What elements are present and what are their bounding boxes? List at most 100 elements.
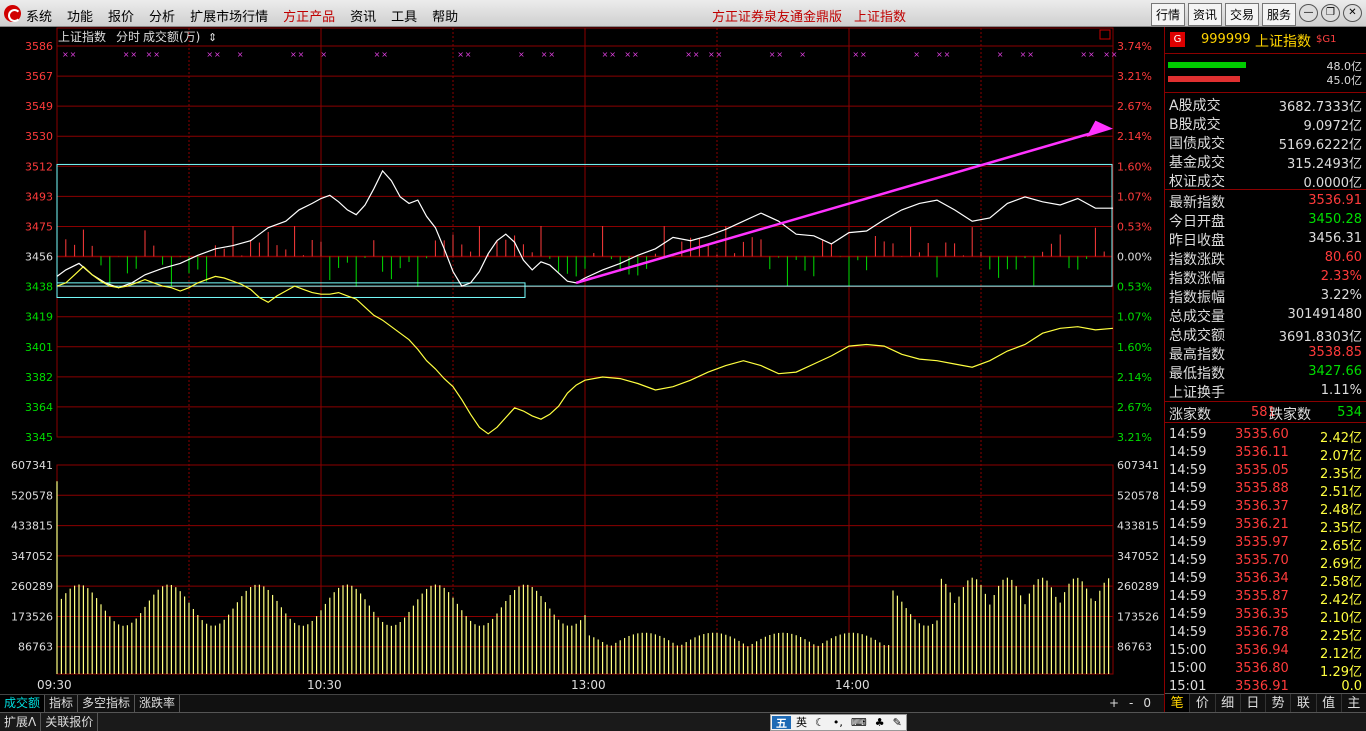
time-tick-label: 10:30 bbox=[307, 678, 342, 692]
tick-time: 15:00 bbox=[1169, 661, 1207, 676]
stat-row: 总成交量 301491480 bbox=[1165, 305, 1366, 325]
stat-label: 总成交量 bbox=[1169, 309, 1225, 325]
signal-marker: × bbox=[799, 50, 806, 59]
wrench-icon[interactable]: ✎ bbox=[889, 715, 906, 730]
signal-marker: × bbox=[1111, 50, 1118, 59]
signal-marker: × bbox=[206, 50, 213, 59]
top-right-buttons: 行情 资讯 交易 服务 bbox=[1148, 3, 1296, 26]
zoom-button-0[interactable]: + bbox=[1104, 695, 1124, 712]
menu-item-6[interactable]: 资讯 bbox=[350, 6, 376, 25]
quote-tab-3[interactable]: 日 bbox=[1241, 694, 1266, 713]
stat-row: 指数涨幅 2.33% bbox=[1165, 267, 1366, 287]
close-icon[interactable]: ✕ bbox=[1343, 4, 1362, 22]
tick-row: 14:59 3535.87 2.42亿 bbox=[1165, 588, 1366, 608]
indicator-tab-2[interactable]: 多空指标 bbox=[78, 695, 136, 712]
time-tick-label: 13:00 bbox=[571, 678, 606, 692]
price-tick-label: 3549 bbox=[25, 100, 53, 113]
stat-row: 指数涨跌 80.60 bbox=[1165, 248, 1366, 268]
tick-time: 14:59 bbox=[1169, 499, 1207, 514]
tick-row: 14:59 3536.21 2.35亿 bbox=[1165, 516, 1366, 536]
ime-mode-wubi[interactable]: 五 bbox=[772, 716, 791, 730]
stat-row: 最低指数 3427.66 bbox=[1165, 362, 1366, 382]
menu-item-2[interactable]: 报价 bbox=[108, 6, 134, 25]
menu-item-0[interactable]: 系统 bbox=[26, 6, 52, 25]
tick-time: 14:59 bbox=[1169, 535, 1207, 550]
quote-tab-5[interactable]: 联 bbox=[1291, 694, 1317, 713]
volume-tick-label: 347052 bbox=[11, 550, 53, 563]
volume-tick-label: 520578 bbox=[11, 489, 53, 502]
status-tab-expand[interactable]: 扩展ᐱ bbox=[0, 713, 42, 731]
tick-row: 15:00 3536.94 2.12亿 bbox=[1165, 642, 1366, 662]
menu-item-5[interactable]: 方正产品 bbox=[283, 6, 335, 25]
price-tick-label: 3530 bbox=[25, 130, 53, 143]
advance-decline-row: 涨家数 581 跌家数 534 bbox=[1165, 402, 1366, 423]
menu-item-8[interactable]: 帮助 bbox=[432, 6, 458, 25]
keyboard-icon[interactable]: ⌨ bbox=[847, 715, 871, 730]
stat-label: 权证成交 bbox=[1169, 174, 1225, 190]
skin-icon[interactable]: ♣ bbox=[871, 715, 889, 730]
indicator-tab-0[interactable]: 成交额 bbox=[0, 695, 46, 712]
tick-price: 3536.37 bbox=[1235, 499, 1289, 514]
title-part-1[interactable]: 上证指数 bbox=[854, 10, 906, 25]
signal-marker: × bbox=[776, 50, 783, 59]
tick-price: 3535.97 bbox=[1235, 535, 1289, 550]
restore-icon[interactable]: ❐ bbox=[1321, 4, 1340, 22]
percent-tick-label: 2.14% bbox=[1117, 371, 1152, 384]
zoom-button-1[interactable]: - bbox=[1124, 695, 1138, 712]
intraday-chart[interactable]: 上证指数 分时 成交额(万) ⇕ 3586 3.74% 3567 3.21% 3549 2.67%… bbox=[0, 27, 1164, 694]
quote-tab-1[interactable]: 价 bbox=[1190, 694, 1216, 713]
status-tab-related[interactable]: 关联报价 bbox=[41, 713, 99, 731]
indicator-tab-1[interactable]: 指标 bbox=[45, 695, 79, 712]
moon-icon[interactable]: ☾ bbox=[811, 715, 829, 730]
quote-tab-4[interactable]: 势 bbox=[1266, 694, 1292, 713]
price-tick-label: 3345 bbox=[25, 431, 53, 444]
quote-tab-0[interactable]: 笔 bbox=[1165, 694, 1191, 713]
signal-marker: × bbox=[716, 50, 723, 59]
tick-time: 15:00 bbox=[1169, 643, 1207, 658]
menu-item-7[interactable]: 工具 bbox=[391, 6, 417, 25]
menu-item-1[interactable]: 功能 bbox=[67, 6, 93, 25]
signal-marker: × bbox=[123, 50, 130, 59]
stat-value: 3536.91 bbox=[1308, 193, 1362, 208]
quote-panel-tabs: 笔价细日势联值主 bbox=[1165, 693, 1366, 713]
tick-list[interactable]: 14:59 3535.60 2.42亿 14:59 3536.11 2.07亿 14:59 3… bbox=[1165, 423, 1366, 696]
zoom-button-2[interactable]: 0 bbox=[1138, 695, 1156, 712]
top-button-0[interactable]: 行情 bbox=[1150, 3, 1185, 26]
stat-row: 基金成交 315.2493亿 bbox=[1165, 151, 1366, 172]
menu-item-4[interactable]: 扩展市场行情 bbox=[190, 6, 268, 25]
stat-label: 指数涨跌 bbox=[1169, 252, 1225, 268]
top-button-2[interactable]: 交易 bbox=[1224, 3, 1259, 26]
top-button-1[interactable]: 资讯 bbox=[1187, 3, 1222, 26]
price-tick-label: 3364 bbox=[25, 401, 53, 414]
chart-mode: 分时 bbox=[116, 30, 140, 44]
turnover-stats: A股成交 3682.7333亿 B股成交 9.0972亿 国债成交 5169.6222亿基… bbox=[1165, 93, 1366, 191]
top-button-3[interactable]: 服务 bbox=[1261, 3, 1296, 26]
buy-volume-row: 48.0亿 bbox=[1165, 58, 1366, 73]
minimize-icon[interactable]: — bbox=[1299, 4, 1318, 22]
quote-tab-7[interactable]: 主 bbox=[1342, 694, 1366, 713]
signal-marker: × bbox=[632, 50, 639, 59]
tick-price: 3536.94 bbox=[1235, 643, 1289, 658]
stat-row: 国债成交 5169.6222亿 bbox=[1165, 132, 1366, 153]
indicator-tab-3[interactable]: 涨跌率 bbox=[135, 695, 181, 712]
title-part-0[interactable]: 方正证券泉友通金鼎版 bbox=[712, 10, 842, 25]
top-menu-bar: 系统 功能 报价 分析 扩展市场行情 方正产品 资讯 工具 帮助 方正证券泉友通金鼎版 上证指数 … bbox=[0, 0, 1366, 27]
signal-marker: × bbox=[852, 50, 859, 59]
tick-time: 14:59 bbox=[1169, 463, 1207, 478]
stat-row: 上证换手 1.11% bbox=[1165, 381, 1366, 401]
quote-tab-6[interactable]: 值 bbox=[1317, 694, 1342, 713]
tick-price: 3536.35 bbox=[1235, 607, 1289, 622]
punctuation-icon[interactable]: •, bbox=[829, 715, 847, 730]
percent-tick-label: 3.21% bbox=[1117, 70, 1152, 83]
ime-lang-english[interactable]: 英 bbox=[792, 715, 811, 730]
signal-marker: × bbox=[298, 50, 305, 59]
quote-tab-2[interactable]: 细 bbox=[1216, 694, 1241, 713]
tick-time: 14:59 bbox=[1169, 427, 1207, 442]
decline-label: 跌家数 bbox=[1269, 407, 1311, 423]
percent-tick-label: 1.07% bbox=[1117, 190, 1152, 203]
stat-label: 总成交额 bbox=[1169, 328, 1225, 344]
menu-item-3[interactable]: 分析 bbox=[149, 6, 175, 25]
tick-price: 3535.05 bbox=[1235, 463, 1289, 478]
signal-marker: × bbox=[62, 50, 69, 59]
signal-marker: × bbox=[602, 50, 609, 59]
